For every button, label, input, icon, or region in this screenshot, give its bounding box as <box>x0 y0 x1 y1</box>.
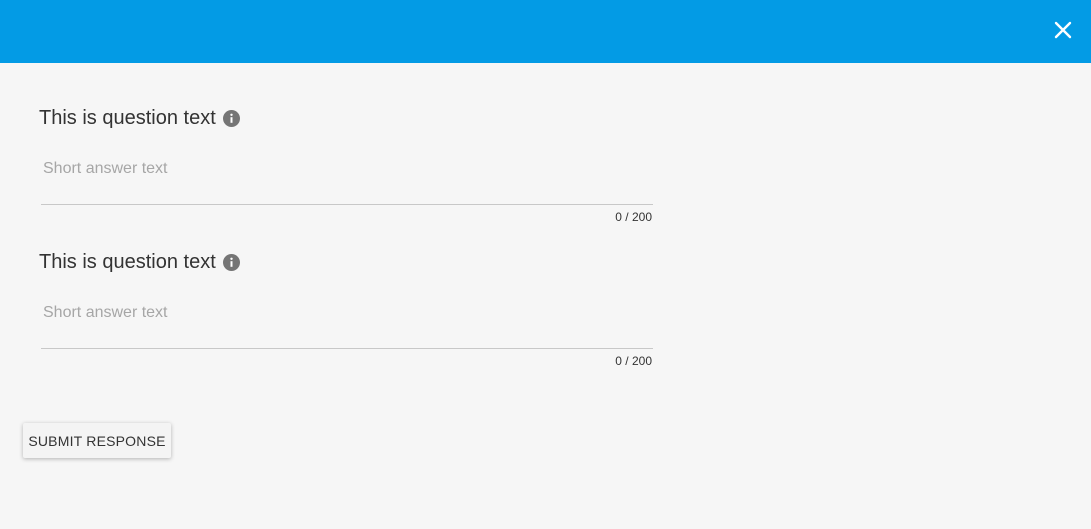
question-title: This is question text <box>39 103 655 133</box>
question-title-text: This is question text <box>39 250 216 273</box>
header-bar <box>0 0 1091 63</box>
question-title-text: This is question text <box>39 106 216 129</box>
info-icon[interactable] <box>222 109 240 127</box>
close-icon <box>1053 20 1073 40</box>
short-answer-input[interactable] <box>41 295 653 349</box>
form-body: This is question text 0 / 200 This is qu… <box>0 63 1091 529</box>
short-answer-input[interactable] <box>41 151 653 205</box>
question-title: This is question text <box>39 247 655 277</box>
character-counter: 0 / 200 <box>615 210 652 224</box>
character-counter: 0 / 200 <box>615 354 652 368</box>
question-1: This is question text 0 / 200 <box>39 103 655 224</box>
question-2: This is question text 0 / 200 <box>39 247 655 368</box>
close-button[interactable] <box>1053 20 1073 40</box>
submit-response-button[interactable]: SUBMIT RESPONSE <box>23 423 171 458</box>
info-icon[interactable] <box>222 253 240 271</box>
